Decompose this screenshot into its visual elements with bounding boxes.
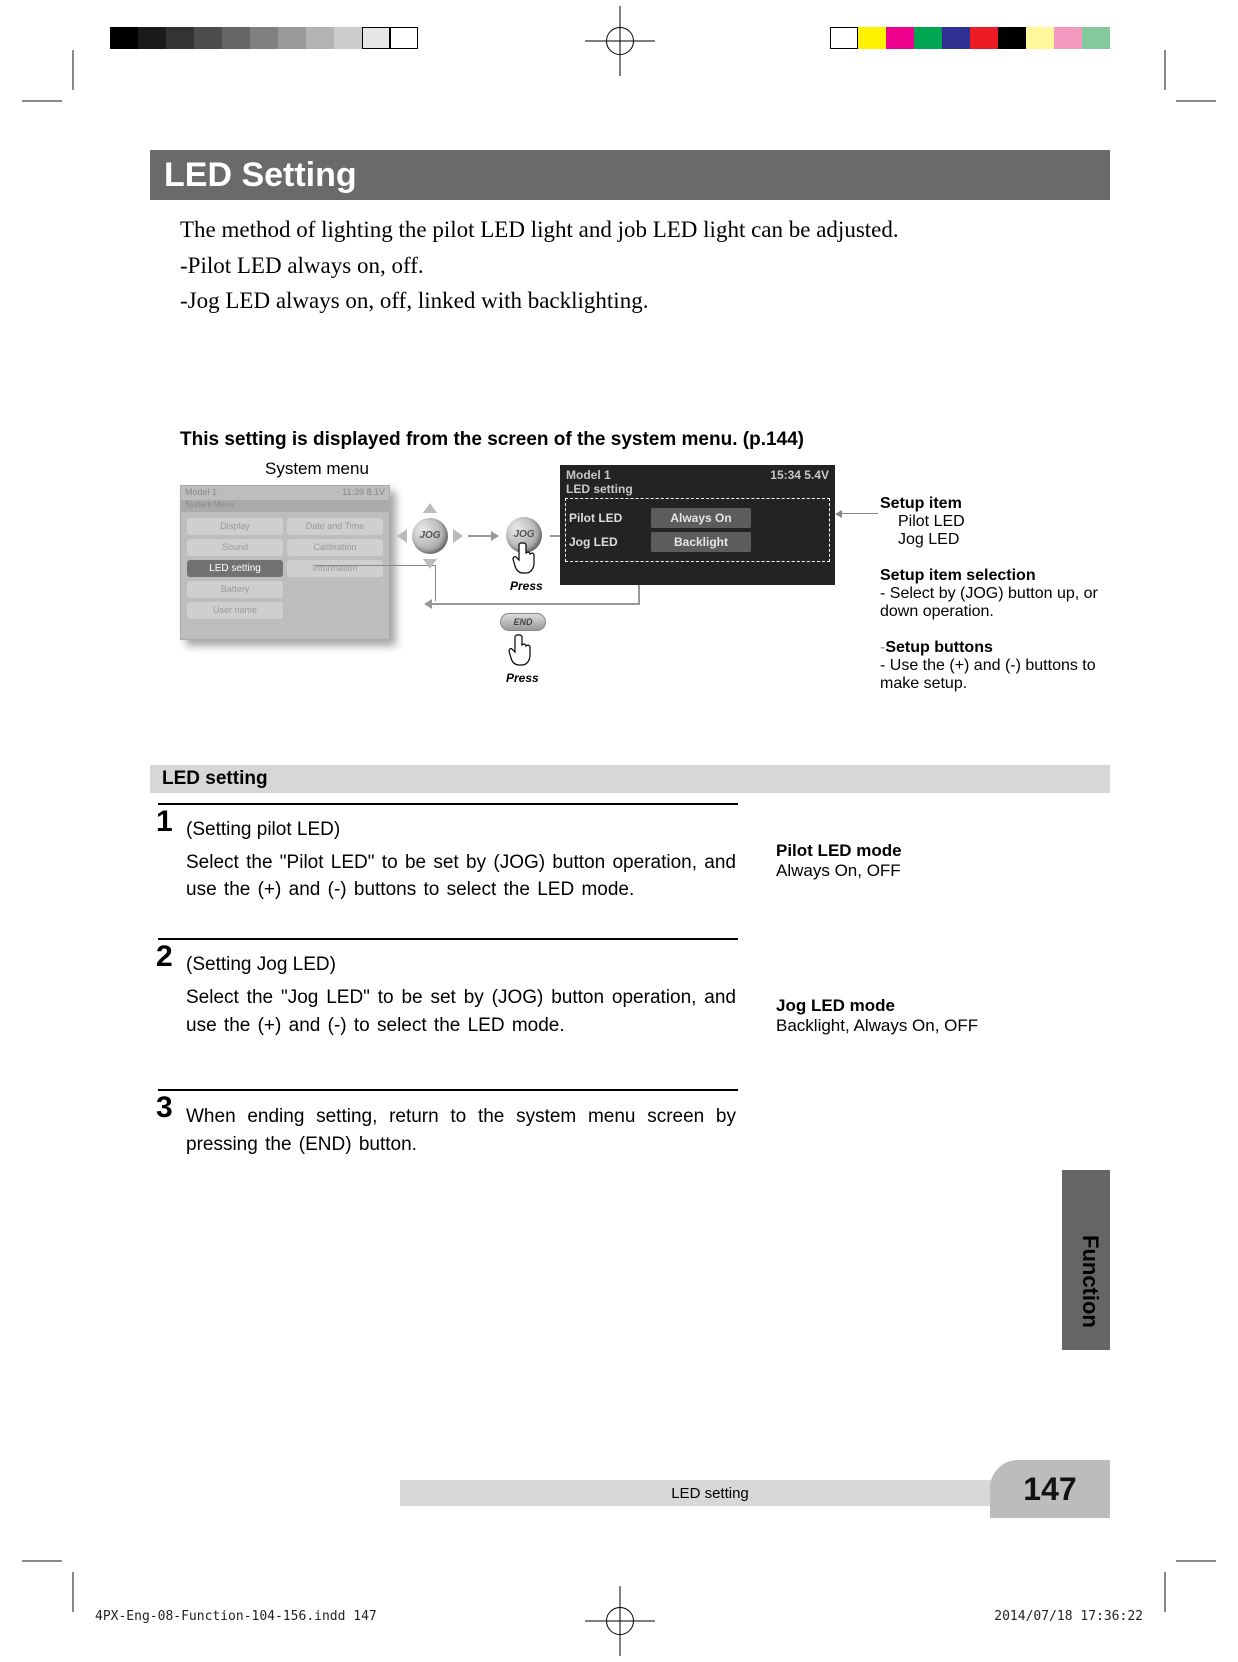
sysmenu-caption: System menu (265, 459, 369, 479)
lcd-screenshot: Model 1 15:34 5.4V LED setting Pilot LED A… (560, 465, 835, 585)
annot-text: Jog LED (880, 531, 1130, 549)
navigation-diagram: System menu Model 111:39 8.1V System Men… (180, 465, 1110, 725)
lcd-row-value: Backlight (651, 532, 751, 552)
footer-label: LED setting (400, 1480, 1020, 1506)
sysmenu-cell: Battery (187, 581, 283, 598)
step-title: (Setting pilot LED) (186, 811, 1110, 841)
lcd-row-value: Always On (651, 508, 751, 528)
sysmenu-cell: User name (187, 602, 283, 619)
arrow-icon (468, 535, 498, 537)
annot-text: - Select by (JOG) button up, or down ope… (880, 585, 1130, 621)
intro-line: -Jog LED always on, off, linked with bac… (180, 283, 1102, 319)
hand-press-icon (512, 541, 542, 577)
sm-head: System Menu (181, 500, 389, 512)
crop-mark (1146, 1542, 1196, 1592)
annot-text: Pilot LED (880, 513, 1130, 531)
annot-heading: Setup buttons (885, 639, 993, 656)
hand-press-icon (508, 633, 538, 669)
annot-heading: Setup item (880, 495, 1130, 513)
side-note-heading: Pilot LED mode (776, 841, 1046, 861)
step-number: 1 (156, 805, 173, 839)
registration-mark-top (585, 6, 655, 76)
sysmenu-cell: Display (187, 518, 283, 535)
connector-line (435, 565, 436, 601)
annot-text: - Use the (+) and (-) buttons to make se… (880, 657, 1130, 693)
side-note-text: Backlight, Always On, OFF (776, 1016, 1046, 1036)
step-body: Select the "Pilot LED" to be set by (JOG… (186, 849, 736, 904)
step-number: 2 (156, 940, 173, 974)
side-note-text: Always On, OFF (776, 861, 1046, 881)
sysmenu-cell: LED setting (187, 560, 283, 577)
step-2: 2 (Setting Jog LED) Select the "Jog LED"… (156, 938, 1110, 1039)
annot-heading: Setup item selection (880, 567, 1130, 585)
step-3: 3 When ending setting, return to the sys… (156, 1089, 1110, 1158)
sysmenu-cell: Sound (187, 539, 283, 556)
connector-line (432, 603, 640, 605)
system-menu-screenshot: Model 1 11:39 8.1V System Menu DisplayDat… (180, 485, 390, 640)
step-1: 1 (Setting pilot LED) Select the "Pilot … (156, 803, 1110, 904)
lcd-status: 15:34 5.4V (770, 468, 829, 482)
annotation-block: Setup item Pilot LED Jog LED Setup item … (880, 495, 1130, 711)
crop-mark (42, 1542, 92, 1592)
intro-line: The method of lighting the pilot LED lig… (180, 212, 1102, 248)
side-note-heading: Jog LED mode (776, 996, 1046, 1016)
page-number: 147 (990, 1460, 1110, 1518)
end-button-icon: END (500, 613, 546, 631)
intro-line: -Pilot LED always on, off. (180, 248, 1102, 284)
press-label: Press (510, 579, 543, 593)
jog-diamond: JOG (397, 503, 463, 569)
step-title: (Setting Jog LED) (186, 946, 1110, 976)
press-label: Press (506, 671, 539, 685)
crop-mark (42, 70, 92, 120)
step-body: When ending setting, return to the syste… (186, 1097, 736, 1158)
printer-grayscale-bar (110, 27, 418, 49)
lcd-row-label: Pilot LED (569, 511, 633, 525)
slug-right: 2014/07/18 17:36:22 (994, 1609, 1143, 1624)
sysmenu-cell: Date and Time (287, 518, 383, 535)
lcd-row-label: Jog LED (569, 535, 633, 549)
printer-color-bar (830, 27, 1110, 49)
sysmenu-cell: Information (287, 560, 383, 577)
sysmenu-cell: Calibration (287, 539, 383, 556)
intro-text: The method of lighting the pilot LED lig… (150, 200, 1110, 319)
step-number: 3 (156, 1091, 173, 1125)
lcd-model: Model 1 (566, 468, 611, 482)
lcd-screen-name: LED setting (563, 482, 832, 496)
function-tab-label: Function (1077, 1235, 1103, 1328)
subheading: This setting is displayed from the scree… (180, 429, 1110, 451)
callout-line (836, 513, 878, 514)
section-heading: LED setting (150, 765, 1110, 793)
arrow-icon (424, 599, 432, 609)
page-title: LED Setting (150, 150, 1110, 200)
slug-left: 4PX-Eng-08-Function-104-156.indd 147 (95, 1609, 377, 1624)
sm-clock: 11:39 8.1V (342, 487, 385, 499)
connector-line (638, 585, 640, 605)
crop-mark (1146, 70, 1196, 120)
registration-mark-bottom (585, 1586, 655, 1656)
sm-model: Model 1 (185, 487, 217, 499)
jog-dial-icon: JOG (412, 518, 448, 554)
step-body: Select the "Jog LED" to be set by (JOG) … (186, 984, 736, 1039)
